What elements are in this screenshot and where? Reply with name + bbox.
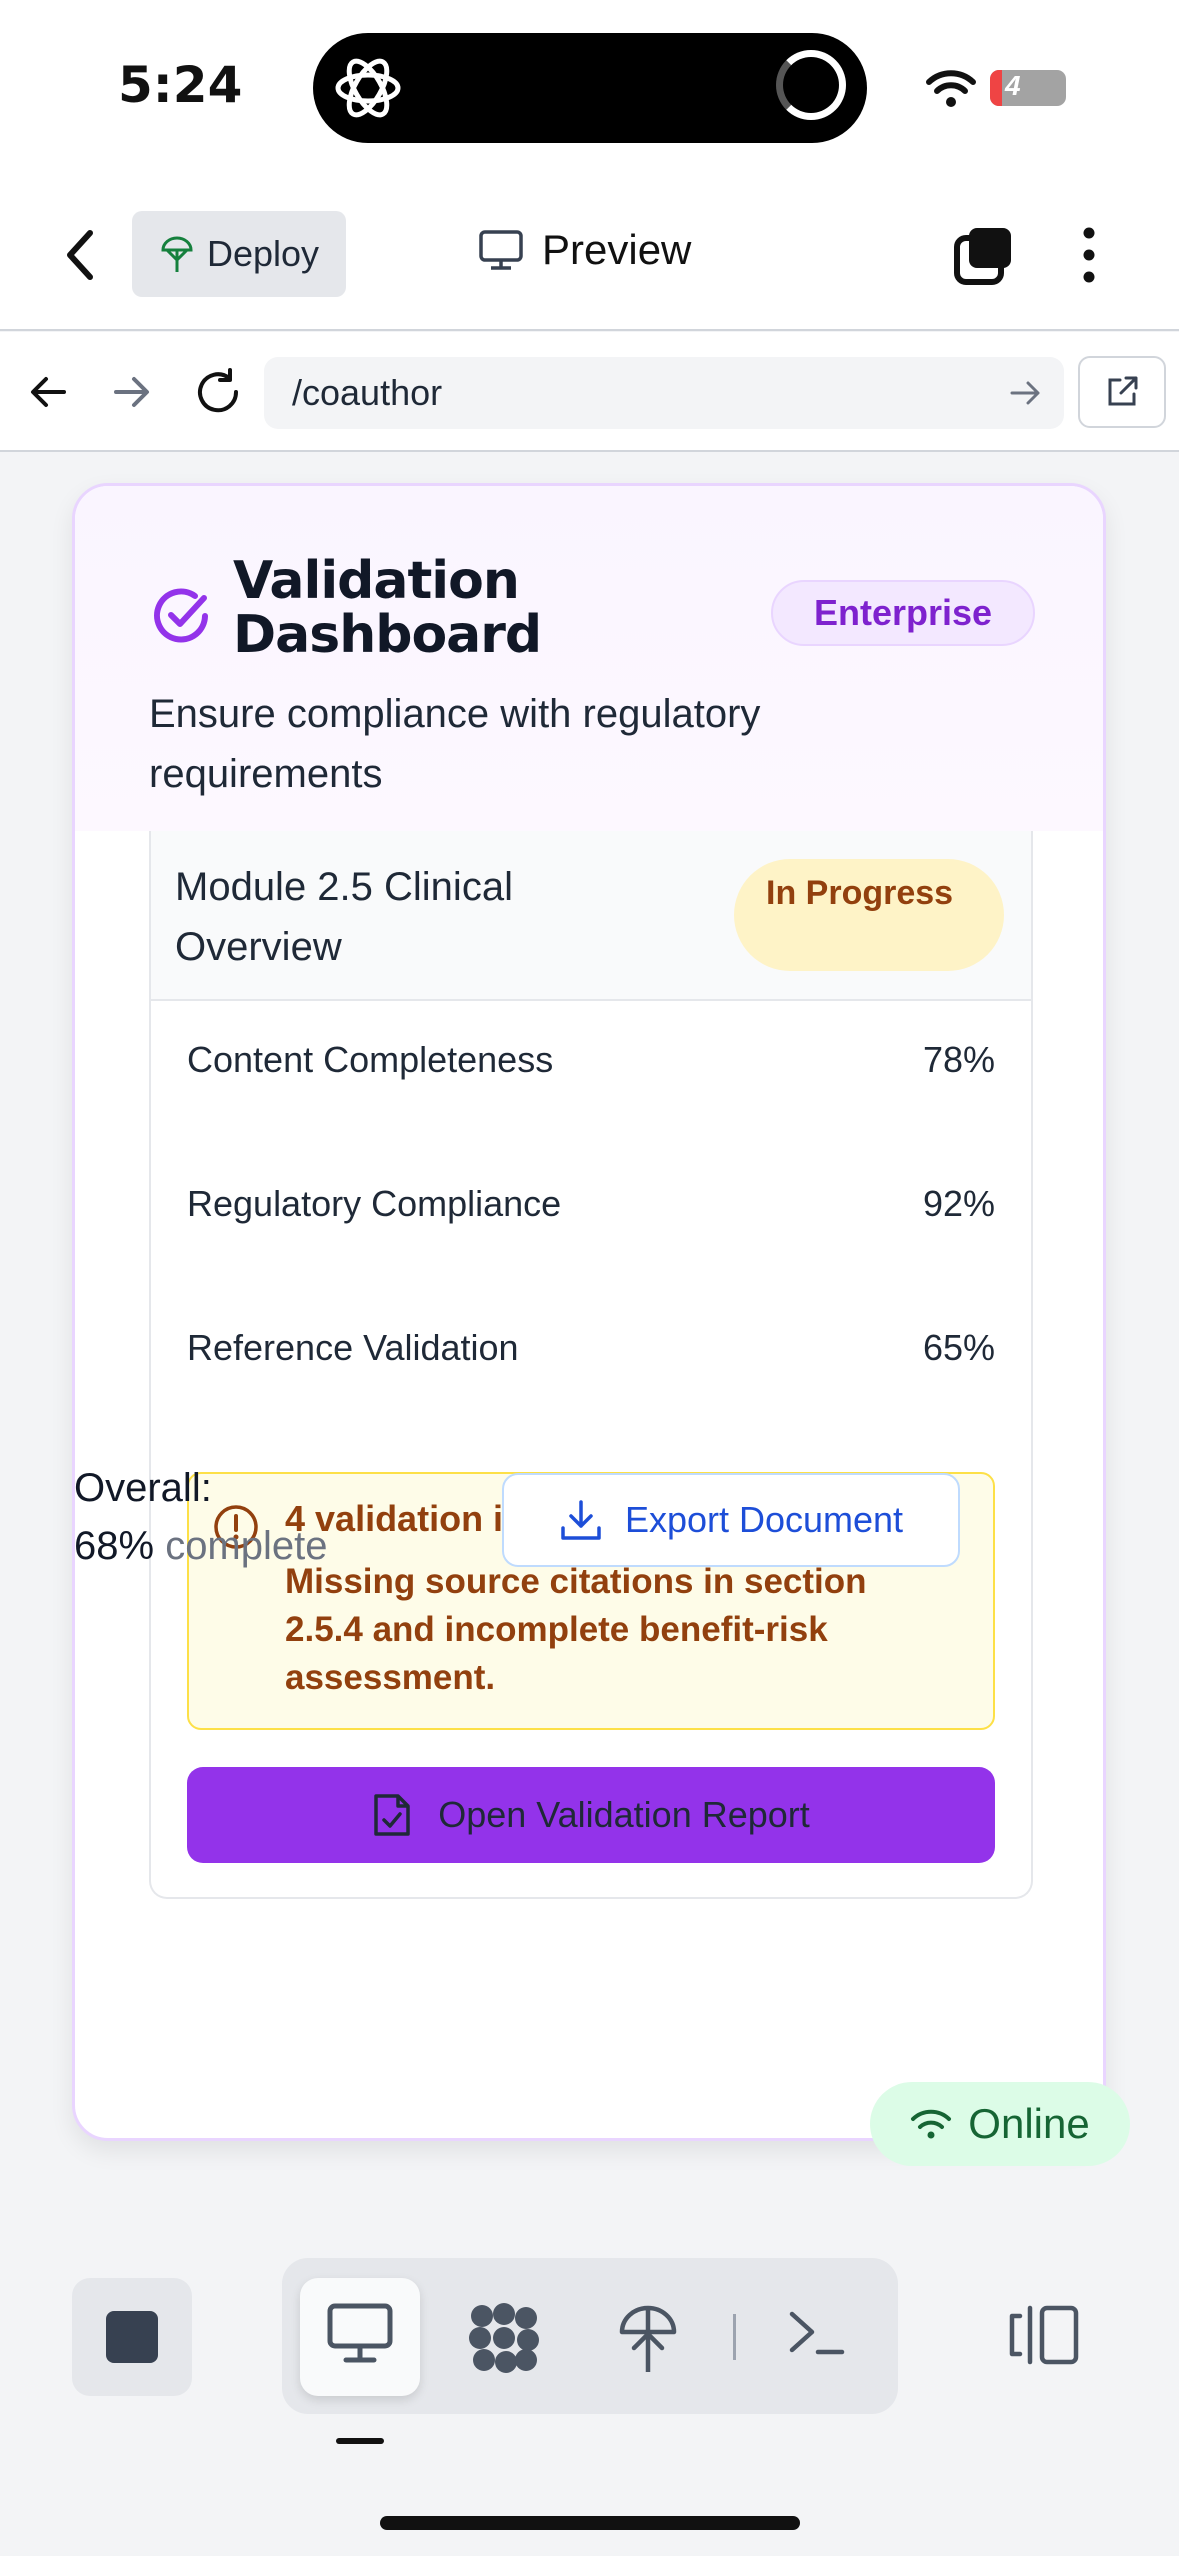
metric-value: 65%	[922, 1327, 995, 1368]
browser-forward-icon[interactable]	[110, 370, 154, 414]
export-label: Export Document	[624, 1499, 904, 1540]
battery-level: 4	[1005, 70, 1021, 101]
sidebar-toggle-icon[interactable]	[1008, 2302, 1082, 2368]
file-check-icon	[374, 1794, 410, 1836]
reload-icon[interactable]	[192, 366, 244, 418]
module-header: Module 2.5 Clinical Overview In Progress	[151, 831, 1031, 1001]
open-external-button[interactable]	[1078, 356, 1166, 428]
open-report-label: Open Validation Report	[438, 1794, 810, 1835]
stop-icon	[106, 2311, 158, 2363]
online-status-badge: Online	[870, 2082, 1130, 2166]
stop-button[interactable]	[72, 2278, 192, 2396]
metric-value: 92%	[922, 1183, 995, 1224]
url-field[interactable]: /coauthor	[264, 357, 1064, 429]
back-chevron-icon[interactable]	[60, 225, 100, 285]
deploy-icon	[161, 236, 193, 272]
overall-progress: 68% complete	[74, 1524, 328, 1569]
wifi-icon	[926, 70, 976, 107]
deploy-label: Deploy	[206, 233, 320, 274]
monitor-icon[interactable]	[326, 2302, 394, 2366]
status-badge: In Progress	[734, 859, 1004, 971]
toolbar-divider	[733, 2314, 736, 2360]
card-subtitle: Ensure compliance with regulatory requir…	[149, 692, 761, 796]
openai-logo-icon	[335, 58, 401, 118]
metric-value: 78%	[922, 1039, 995, 1080]
monitor-icon	[479, 230, 523, 270]
module-title: Module 2.5 Clinical Overview	[175, 865, 513, 969]
preview-label: Preview	[542, 226, 692, 273]
activity-ring-icon	[776, 50, 846, 120]
deploy-button[interactable]: Deploy	[132, 211, 346, 297]
export-document-button[interactable]: Export Document	[502, 1473, 960, 1567]
go-arrow-icon[interactable]	[1008, 376, 1044, 410]
metric-label: Content Completeness	[187, 1039, 554, 1080]
download-icon	[561, 1500, 601, 1540]
browser-back-icon[interactable]	[26, 370, 70, 414]
status-time: 5:24	[118, 56, 243, 114]
overall-value: 68%	[74, 1524, 155, 1568]
home-indicator	[380, 2516, 800, 2530]
preview-title: Preview	[478, 226, 691, 274]
validation-card: Validation Dashboard Enterprise Ensure c…	[72, 483, 1106, 2141]
more-options-icon[interactable]	[1075, 225, 1103, 285]
metric-label: Reference Validation	[187, 1327, 519, 1368]
card-title: Validation Dashboard	[233, 551, 542, 665]
cluster-icon[interactable]	[466, 2302, 542, 2374]
terminal-icon[interactable]	[786, 2302, 846, 2362]
metric-label: Regulatory Compliance	[187, 1183, 562, 1224]
tabs-icon[interactable]	[953, 226, 1013, 286]
alert-description: Missing source citations in section 2.5.…	[285, 1562, 867, 1697]
overall-label: Overall:	[74, 1466, 212, 1510]
module-panel: Module 2.5 Clinical Overview In Progress…	[149, 831, 1033, 1899]
overall-suffix: complete	[165, 1524, 328, 1568]
external-link-icon	[1108, 376, 1138, 406]
check-circle-icon	[154, 588, 208, 643]
open-validation-report-button[interactable]: Open Validation Report	[187, 1767, 995, 1863]
battery-low-indicator	[990, 70, 1002, 106]
wifi-icon	[911, 2109, 952, 2139]
enterprise-badge: Enterprise	[771, 580, 1035, 646]
online-label: Online	[968, 2100, 1090, 2147]
active-tab-indicator	[336, 2438, 384, 2444]
deploy-icon[interactable]	[616, 2302, 680, 2374]
url-text: /coauthor	[292, 372, 443, 413]
